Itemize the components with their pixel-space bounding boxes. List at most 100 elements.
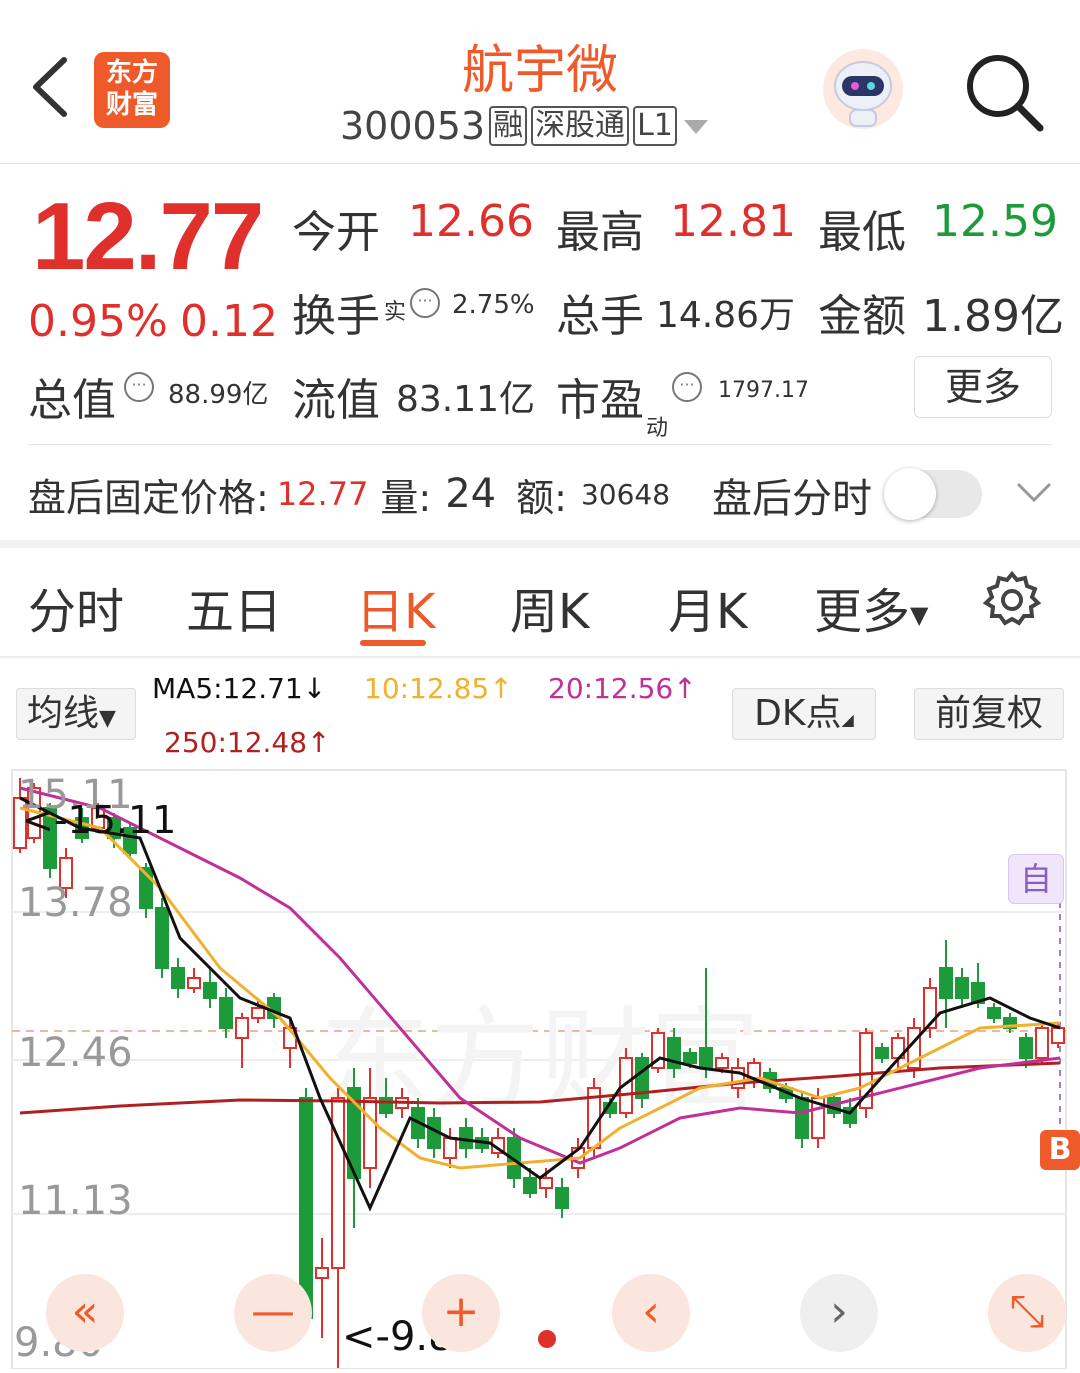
- candle-body: [555, 1187, 569, 1209]
- open-label: 今开: [292, 207, 380, 258]
- after-hours-vol: 24: [445, 471, 497, 517]
- app-logo: 东方 财富: [94, 52, 170, 128]
- float-mcap-label: 流值: [292, 375, 380, 426]
- candle-body: [315, 1267, 329, 1279]
- candle-body: [523, 1177, 537, 1194]
- turnover-value: 2.75%: [452, 290, 535, 320]
- mcap-info-icon[interactable]: ···: [124, 372, 154, 402]
- candle-body: [251, 1007, 265, 1019]
- volume-label: 总手: [556, 291, 644, 342]
- candle-body: [987, 1007, 1001, 1019]
- candle-body: [1035, 1027, 1049, 1059]
- current-position-dot: [538, 1330, 556, 1348]
- dropdown-triangle-icon[interactable]: [681, 116, 711, 136]
- tab-daily-k[interactable]: 日K: [356, 572, 435, 642]
- self-select-button[interactable]: 自: [1008, 854, 1064, 904]
- candle-body: [875, 1047, 889, 1059]
- candle-body: [699, 1047, 713, 1069]
- back-arrow-icon[interactable]: [26, 52, 76, 122]
- change-amount: 0.12: [180, 296, 278, 347]
- y-tick-2: 13.78: [18, 880, 133, 926]
- fuquan-button[interactable]: 前复权: [914, 688, 1064, 740]
- tab-timeshare[interactable]: 分时: [28, 572, 124, 642]
- high-label: 最高: [556, 207, 644, 258]
- gear-icon[interactable]: [982, 570, 1042, 630]
- tab-more[interactable]: 更多▼: [814, 572, 928, 642]
- more-quote-button[interactable]: 更多: [914, 356, 1052, 418]
- y-tick-3: 12.46: [18, 1030, 133, 1076]
- divider: [28, 444, 1052, 445]
- dk-point-button[interactable]: DK点◢: [732, 688, 876, 740]
- caret-down-icon: ▼: [99, 706, 116, 731]
- after-hours-timeshare-label: 盘后分时: [712, 476, 872, 522]
- candle-body: [795, 1097, 809, 1139]
- ma20-value: 20:12.56↑: [548, 672, 697, 705]
- buy-flag[interactable]: B: [1040, 1130, 1080, 1170]
- app-header: 东方 财富 航宇微 300053 融 深股通 L1: [0, 0, 1080, 164]
- rewind-button[interactable]: «: [46, 1274, 124, 1352]
- mcap-value: 88.99亿: [168, 380, 269, 410]
- search-icon[interactable]: [962, 50, 1046, 134]
- after-hours-price: 12.77: [276, 475, 369, 513]
- next-button[interactable]: ›: [800, 1274, 878, 1352]
- candle-body: [187, 977, 201, 989]
- open-value: 12.66: [408, 196, 534, 247]
- mcap-label: 总值: [28, 375, 116, 426]
- candle-body: [715, 1057, 729, 1069]
- zoom-in-button[interactable]: +: [422, 1274, 500, 1352]
- candle-body: [955, 977, 969, 999]
- volume-value: 14.86万: [656, 295, 796, 336]
- kline-plot[interactable]: 东方财富: [0, 768, 1080, 1370]
- candle-body: [235, 1017, 249, 1039]
- turnover-info-icon[interactable]: ···: [410, 288, 440, 318]
- active-tab-indicator: [360, 640, 426, 646]
- zoom-out-button[interactable]: —: [234, 1274, 312, 1352]
- amount-label: 金额: [818, 291, 906, 342]
- low-label: 最低: [818, 207, 906, 258]
- margin-tag: 融: [489, 106, 528, 146]
- tab-five-day[interactable]: 五日: [186, 572, 282, 642]
- ma250-value: 250:12.48↑: [164, 726, 331, 759]
- candle-body: [1019, 1037, 1033, 1059]
- expand-button[interactable]: ⤡: [988, 1274, 1066, 1352]
- candle-body: [1051, 1027, 1065, 1044]
- connect-tag: 深股通: [531, 106, 630, 146]
- tab-monthly-k[interactable]: 月K: [668, 572, 747, 642]
- robot-assistant-icon[interactable]: [818, 44, 908, 134]
- candle-body: [443, 1137, 457, 1159]
- change-percent: 0.95%: [28, 296, 168, 347]
- candle-body: [203, 982, 217, 999]
- candle-body: [299, 1097, 313, 1319]
- y-tick-4: 11.13: [18, 1178, 133, 1224]
- ma5-value: MA5:12.71↓: [152, 672, 327, 705]
- amount-value: 1.89亿: [922, 291, 1064, 342]
- max-price-marker: <-15.11: [22, 798, 177, 842]
- after-hours-amt-label: 额:: [516, 475, 567, 520]
- candle-body: [155, 907, 169, 969]
- candle-body: [379, 1097, 393, 1114]
- candle-body: [331, 1097, 345, 1269]
- turnover-label: 换手: [292, 291, 380, 342]
- float-mcap-value: 83.11亿: [396, 379, 536, 420]
- ma10-value: 10:12.85↑: [364, 672, 513, 705]
- pe-label: 市盈: [556, 375, 644, 426]
- after-hours-vol-label: 量:: [380, 475, 432, 520]
- corner-triangle-icon: ◢: [841, 710, 854, 729]
- caret-down-icon: ▼: [910, 601, 929, 629]
- prev-button[interactable]: ‹: [612, 1274, 690, 1352]
- candle-body: [363, 1097, 377, 1169]
- ma-selector[interactable]: 均线▼: [16, 688, 136, 740]
- after-hours-price-label: 盘后固定价格:: [28, 475, 269, 520]
- kline-chart[interactable]: 东方财富: [0, 768, 1080, 1370]
- candle-body: [683, 1052, 697, 1064]
- stock-code-row[interactable]: 300053 融 深股通 L1: [340, 104, 711, 148]
- candle-body: [939, 967, 953, 999]
- after-hours-row: 盘后固定价格: 12.77 量: 24 额: 30648: [28, 466, 670, 522]
- stock-code: 300053: [340, 104, 486, 148]
- pe-info-icon[interactable]: ···: [672, 372, 702, 402]
- tab-weekly-k[interactable]: 周K: [510, 572, 589, 642]
- chevron-down-icon[interactable]: [1014, 474, 1054, 510]
- candle-body: [219, 997, 233, 1029]
- stock-name: 航宇微: [461, 41, 618, 101]
- candle-body: [171, 967, 185, 989]
